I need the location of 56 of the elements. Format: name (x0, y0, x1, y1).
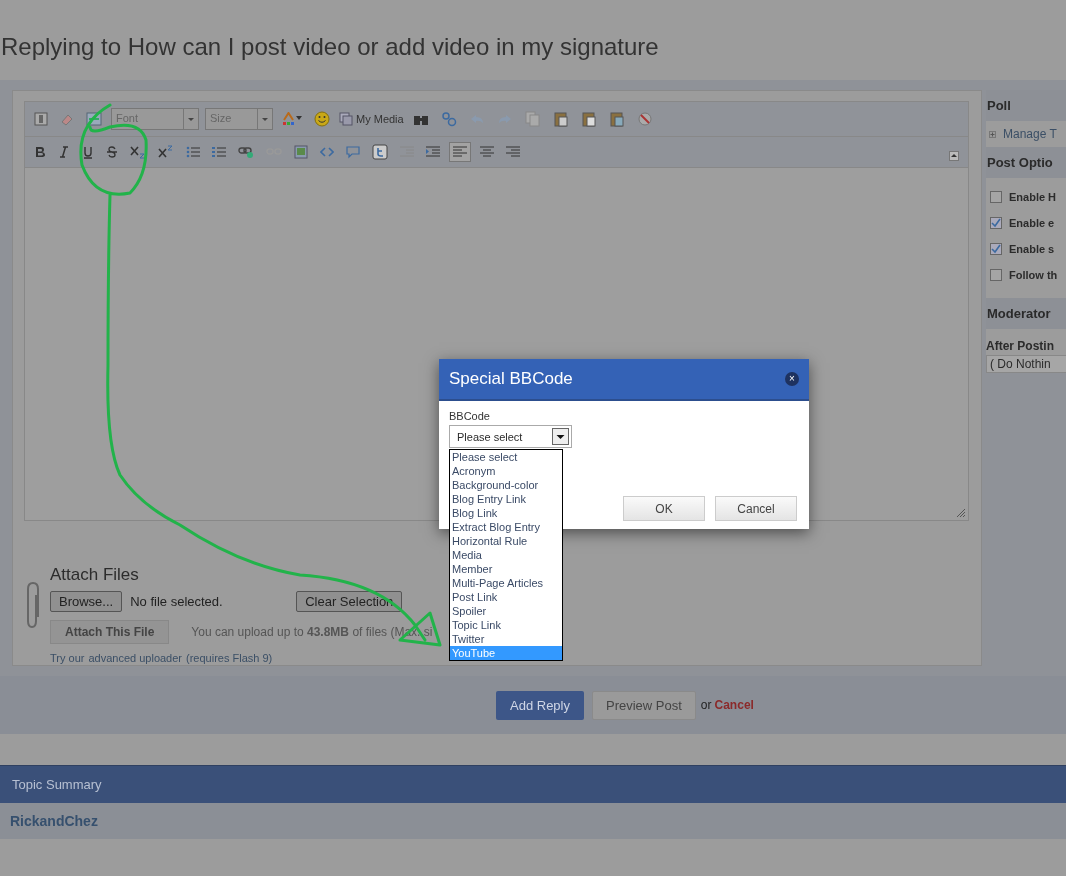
flash-requirement-text: (requires Flash 9) (186, 652, 273, 664)
option-checkbox[interactable] (990, 243, 1002, 255)
option-label: Enable H (1009, 191, 1057, 203)
clear-selection-button[interactable]: Clear Selection (296, 591, 403, 612)
dropdown-option[interactable]: Extract Blog Entry (450, 520, 562, 534)
dropdown-option[interactable]: Multi-Page Articles (450, 576, 562, 590)
collapse-toolbar-icon[interactable] (946, 149, 962, 163)
dropdown-option[interactable]: Twitter (450, 632, 562, 646)
option-label: Follow th (1009, 269, 1058, 281)
option-label: Enable s (1009, 243, 1055, 255)
dropdown-option[interactable]: Post Link (450, 590, 562, 604)
cancel-button[interactable]: Cancel (715, 496, 797, 521)
expand-icon[interactable] (989, 130, 996, 138)
dropdown-option[interactable]: Please select (450, 450, 562, 464)
after-posting-dropdown[interactable]: ( Do Nothin (986, 355, 1066, 373)
option-checkbox[interactable] (990, 269, 1002, 281)
dropdown-option[interactable]: Blog Entry Link (450, 492, 562, 506)
page-title: Replying to How can I post video or add video in my signature (0, 32, 660, 62)
dropdown-option[interactable]: Horizontal Rule (450, 534, 562, 548)
dropdown-option[interactable]: Background-color (450, 478, 562, 492)
close-button[interactable]: × (785, 372, 799, 386)
uploader-prefix-text: Try our (50, 652, 85, 664)
numbered-list-icon[interactable] (209, 144, 229, 160)
bbcode-dropdown[interactable]: Please select (449, 425, 572, 448)
align-center-icon[interactable] (477, 144, 497, 160)
dropdown-option[interactable]: Acronym (450, 464, 562, 478)
dropdown-option[interactable]: Media (450, 548, 562, 562)
preview-post-button[interactable]: Preview Post (592, 690, 696, 720)
smiley-icon[interactable] (311, 109, 333, 129)
option-label: Enable e (1009, 217, 1055, 229)
media-icon (339, 112, 353, 126)
dropdown-option[interactable]: Spoiler (450, 604, 562, 618)
add-reply-button[interactable]: Add Reply (496, 690, 584, 720)
resize-grip-icon[interactable] (956, 508, 966, 518)
align-right-icon[interactable] (503, 144, 523, 160)
or-text: or (700, 698, 712, 712)
speech-bubble-icon[interactable] (343, 143, 363, 161)
paperclip-icon (24, 581, 42, 631)
dialog-title: Special BBCode (449, 369, 573, 389)
ok-button[interactable]: OK (623, 496, 705, 521)
dropdown-option[interactable]: Member (450, 562, 562, 576)
topic-summary-header: Topic Summary (0, 765, 1066, 803)
indent-icon[interactable] (423, 144, 443, 160)
browse-button[interactable]: Browse... (50, 591, 123, 612)
dropdown-option[interactable]: Topic Link (450, 618, 562, 632)
my-media-button[interactable]: My Media (339, 112, 404, 126)
dropdown-option[interactable]: Blog Link (450, 506, 562, 520)
attach-files-heading: Attach Files (50, 565, 140, 585)
image-icon[interactable] (291, 143, 311, 161)
align-left-icon[interactable] (449, 142, 471, 162)
after-posting-label: After Postin (986, 329, 1066, 355)
source-icon[interactable] (31, 110, 51, 128)
bbcode-label: BBCode (449, 410, 491, 422)
option-checkbox[interactable] (990, 217, 1002, 229)
file-status-text: No file selected. (130, 594, 224, 609)
option-checkbox[interactable] (990, 191, 1002, 203)
